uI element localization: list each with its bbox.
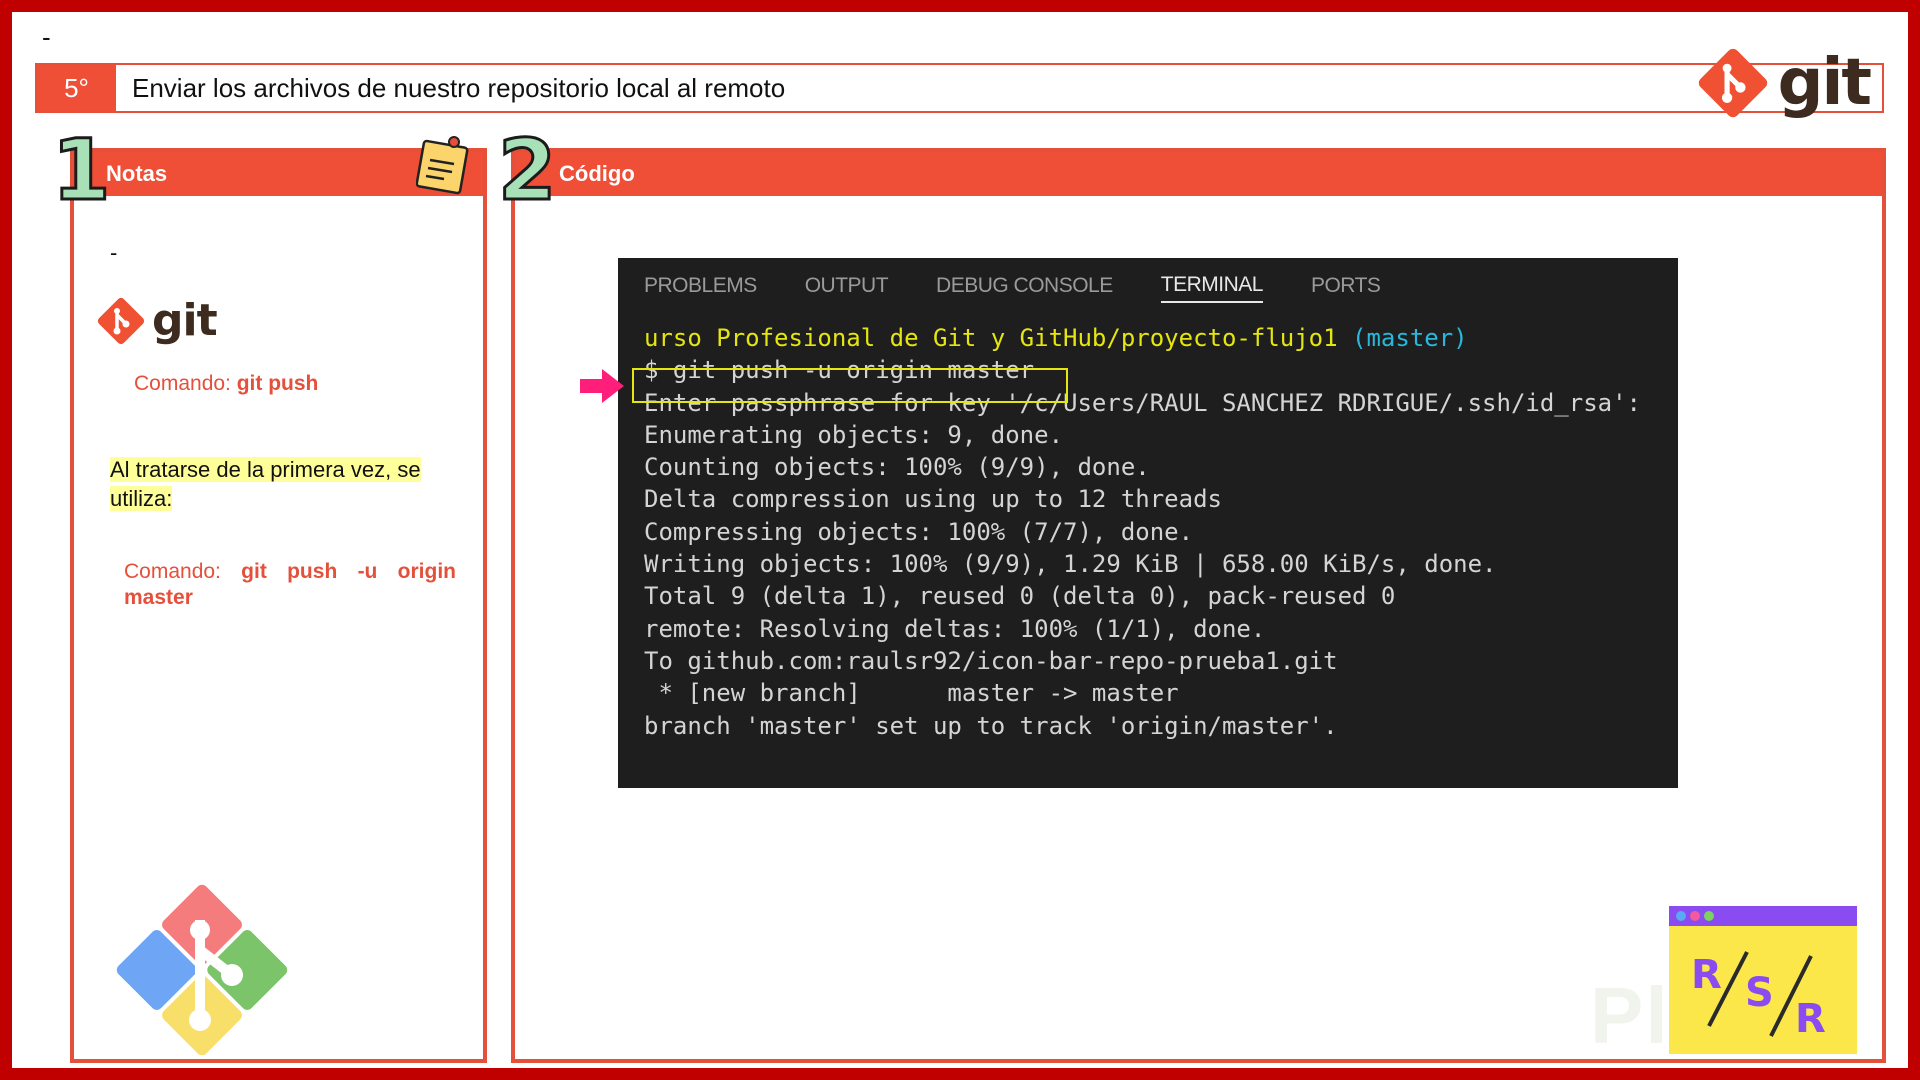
code-header: Código <box>515 152 1882 196</box>
vscode-terminal-panel: PROBLEMS OUTPUT DEBUG CONSOLE TERMINAL P… <box>618 258 1678 788</box>
terminal-line: Compressing objects: 100% (7/7), done. <box>644 517 1194 546</box>
git-diamond-icon <box>97 297 145 345</box>
terminal-tabs: PROBLEMS OUTPUT DEBUG CONSOLE TERMINAL P… <box>618 258 1678 312</box>
rsr-letter: R <box>1795 996 1826 1042</box>
terminal-line: To github.com:raulsr92/icon-bar-repo-pru… <box>644 646 1338 675</box>
code-number: 2 <box>496 121 557 219</box>
command-label: Comando: <box>134 372 231 395</box>
highlight-note: Al tratarse de la primera vez, se utiliz… <box>110 455 450 513</box>
command-word: git <box>241 560 267 583</box>
git-colorful-logo <box>112 880 292 1065</box>
tab-problems[interactable]: PROBLEMS <box>644 268 757 302</box>
git-diamond-icon <box>1698 48 1767 118</box>
terminal-line: Delta compression using up to 12 threads <box>644 485 1222 514</box>
tab-terminal[interactable]: TERMINAL <box>1160 267 1263 303</box>
command-git-push: Comando: git push <box>134 372 318 396</box>
rsr-letter: S <box>1745 970 1774 1016</box>
terminal-line: * [new branch] master -> master <box>644 679 1179 708</box>
tab-output[interactable]: OUTPUT <box>805 268 889 302</box>
command-label: Comando: <box>124 560 221 583</box>
step-header: 5° Enviar los archivos de nuestro reposi… <box>35 63 1884 113</box>
terminal-line: Counting objects: 100% (9/9), done. <box>644 453 1150 482</box>
memo-icon <box>415 134 470 201</box>
top-dash: - <box>42 22 51 52</box>
command-git-push-u: Comando: git push -u origin <box>124 558 456 586</box>
terminal-line: Writing objects: 100% (9/9), 1.29 KiB | … <box>644 550 1497 579</box>
step-number: 5° <box>37 65 116 111</box>
notes-number: 1 <box>50 121 111 219</box>
rsr-letter: R <box>1691 952 1722 998</box>
git-logo-text: git <box>1777 46 1872 120</box>
terminal-line: remote: Resolving deltas: 100% (1/1), do… <box>644 614 1266 643</box>
rsr-logo: R S R <box>1669 906 1857 1054</box>
prompt-path: urso Profesional de Git y GitHub/proyect… <box>644 324 1338 352</box>
git-logo-header: git <box>1696 46 1872 120</box>
command-value: git push <box>236 372 319 395</box>
command-word: -u <box>357 560 378 583</box>
tab-debug-console[interactable]: DEBUG CONSOLE <box>936 268 1113 302</box>
code-title: Código <box>559 161 635 186</box>
command-word: origin <box>397 560 456 583</box>
terminal-line: Enumerating objects: 9, done. <box>644 420 1064 449</box>
command-word: push <box>287 560 338 583</box>
command-word-last: master <box>124 586 193 609</box>
git-logo-text: git <box>152 295 218 346</box>
highlight-text: Al tratarse de la primera vez, se utiliz… <box>110 457 421 511</box>
terminal-line: branch 'master' set up to track 'origin/… <box>644 711 1338 740</box>
command-highlight-box <box>632 368 1068 403</box>
terminal-line: Total 9 (delta 1), reused 0 (delta 0), p… <box>644 582 1396 611</box>
arrow-right-icon <box>580 369 624 408</box>
step-title: Enviar los archivos de nuestro repositor… <box>132 72 786 103</box>
git-logo-notes: git <box>96 295 218 346</box>
prompt-branch: (master) <box>1352 324 1468 352</box>
tab-ports[interactable]: PORTS <box>1311 268 1381 302</box>
notes-title: Notas <box>106 161 168 186</box>
notes-dash: - <box>110 240 118 265</box>
